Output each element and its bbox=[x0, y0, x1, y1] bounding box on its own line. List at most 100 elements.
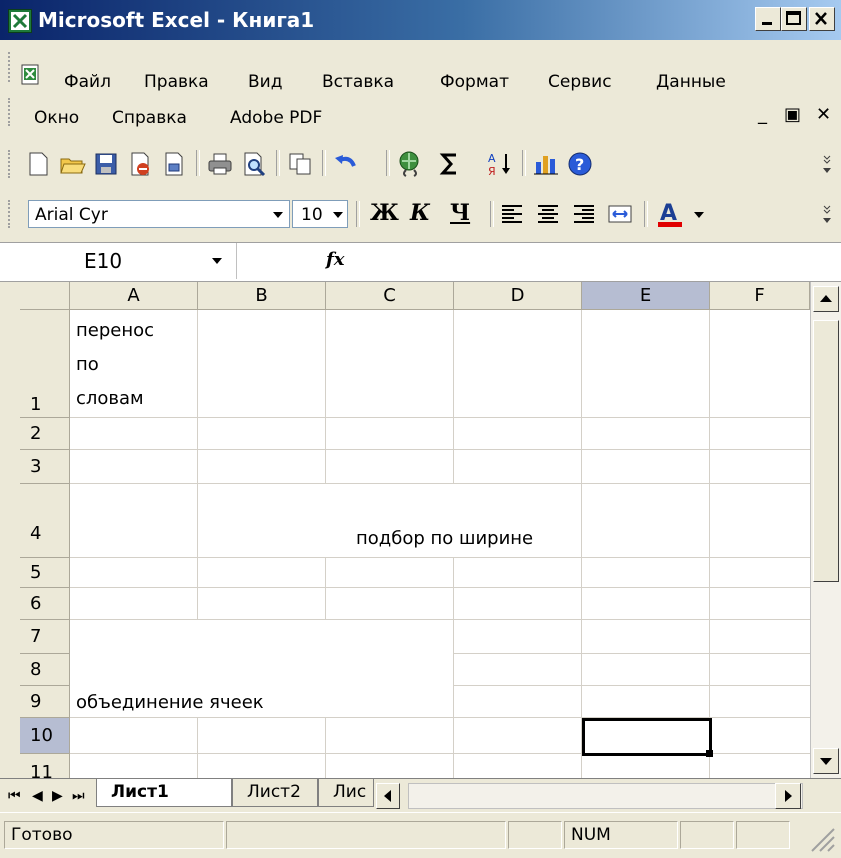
cell-a7-merged[interactable]: объединение ячеек bbox=[76, 692, 264, 713]
resize-grip-icon[interactable] bbox=[806, 823, 836, 858]
help-icon[interactable]: ? bbox=[566, 150, 594, 178]
align-center-icon[interactable] bbox=[534, 200, 562, 228]
close-button[interactable] bbox=[809, 7, 835, 31]
toolbar-options-icon[interactable] bbox=[818, 150, 838, 178]
toolbar-separator bbox=[196, 150, 200, 176]
row-header-8[interactable]: 8 bbox=[20, 654, 70, 686]
print-icon[interactable] bbox=[206, 150, 234, 178]
spreadsheet-grid[interactable]: A B C D E F 1 2 3 4 5 6 7 8 9 10 11 пере… bbox=[20, 282, 810, 778]
insert-function-icon[interactable]: fx bbox=[326, 249, 344, 270]
column-header-e[interactable]: E bbox=[582, 282, 710, 310]
chevron-down-icon[interactable] bbox=[212, 258, 222, 264]
undo-icon[interactable] bbox=[332, 150, 360, 178]
font-color-icon[interactable]: A bbox=[656, 200, 684, 228]
menu-tools[interactable]: Сервис bbox=[548, 72, 612, 92]
open-folder-icon[interactable] bbox=[58, 150, 86, 178]
tab-scroll-left-button[interactable] bbox=[376, 783, 400, 809]
email-icon[interactable] bbox=[160, 150, 188, 178]
select-all-corner[interactable] bbox=[20, 282, 70, 310]
menu-edit[interactable]: Правка bbox=[144, 72, 209, 92]
row-header-3[interactable]: 3 bbox=[20, 450, 70, 484]
chevron-down-icon[interactable] bbox=[333, 212, 343, 218]
document-close-icon[interactable]: ✕ bbox=[816, 104, 831, 125]
toolbar-grip[interactable] bbox=[8, 150, 14, 178]
row-header-7[interactable]: 7 bbox=[20, 620, 70, 654]
fill-handle[interactable] bbox=[706, 750, 713, 757]
last-sheet-icon[interactable]: ⏭ bbox=[72, 787, 85, 804]
workbook-icon[interactable] bbox=[20, 64, 42, 86]
row-header-5[interactable]: 5 bbox=[20, 558, 70, 588]
row-header-2[interactable]: 2 bbox=[20, 418, 70, 450]
document-minimize-icon[interactable]: _ bbox=[758, 104, 767, 125]
title-bar[interactable]: Microsoft Excel - Книга1 bbox=[0, 0, 841, 40]
toolbar-options-icon[interactable] bbox=[818, 200, 838, 228]
row-header-11[interactable]: 11 bbox=[20, 754, 70, 778]
hyperlink-icon[interactable] bbox=[396, 150, 424, 178]
menu-window[interactable]: Окно bbox=[34, 108, 79, 128]
menu-help[interactable]: Справка bbox=[112, 108, 187, 128]
menu-file[interactable]: Файл bbox=[64, 72, 111, 92]
minimize-button[interactable] bbox=[755, 7, 781, 31]
sheet-tab-1[interactable]: Лист1 bbox=[96, 779, 232, 807]
cell-a1-line1[interactable]: перенос bbox=[76, 320, 154, 341]
column-header-b[interactable]: B bbox=[198, 282, 326, 310]
merge-center-icon[interactable] bbox=[606, 200, 634, 228]
column-header-d[interactable]: D bbox=[454, 282, 582, 310]
save-icon[interactable] bbox=[92, 150, 120, 178]
menu-adobe-pdf[interactable]: Adobe PDF bbox=[230, 108, 322, 128]
menu-data[interactable]: Данные bbox=[656, 72, 726, 92]
permission-icon[interactable] bbox=[126, 150, 154, 178]
menu-insert[interactable]: Вставка bbox=[322, 72, 394, 92]
chevron-down-icon[interactable] bbox=[273, 212, 283, 218]
row-header-9[interactable]: 9 bbox=[20, 686, 70, 718]
chart-wizard-icon[interactable] bbox=[532, 150, 560, 178]
menubar-grip-2[interactable] bbox=[8, 98, 14, 126]
horizontal-scrollbar[interactable] bbox=[408, 783, 803, 809]
row-header-10[interactable]: 10 bbox=[20, 718, 70, 754]
toolbar-grip[interactable] bbox=[8, 200, 14, 228]
menu-format[interactable]: Формат bbox=[440, 72, 509, 92]
underline-icon[interactable]: Ч bbox=[450, 200, 470, 226]
scroll-down-button[interactable] bbox=[813, 748, 839, 774]
cell-a1-line2[interactable]: по bbox=[76, 354, 99, 375]
row-header-1[interactable]: 1 bbox=[20, 310, 70, 418]
font-name-select[interactable]: Arial Cyr bbox=[28, 200, 290, 228]
first-sheet-icon[interactable]: ⏮ bbox=[8, 787, 21, 804]
scroll-right-button[interactable] bbox=[775, 783, 801, 809]
column-header-a[interactable]: A bbox=[70, 282, 198, 310]
bold-icon[interactable]: Ж bbox=[370, 200, 399, 226]
formula-input[interactable] bbox=[356, 243, 840, 279]
menu-view[interactable]: Вид bbox=[248, 72, 282, 92]
copy-icon[interactable] bbox=[286, 150, 314, 178]
sort-ascending-icon[interactable]: АЯ bbox=[486, 150, 514, 178]
scroll-up-button[interactable] bbox=[813, 286, 839, 312]
active-cell-e10[interactable] bbox=[582, 718, 712, 756]
cell-c4[interactable]: подбор по ширине bbox=[356, 528, 533, 549]
document-restore-icon[interactable]: ▣ bbox=[784, 104, 801, 125]
font-color-dropdown-icon[interactable] bbox=[694, 212, 704, 218]
restore-button[interactable] bbox=[781, 7, 807, 31]
italic-icon[interactable]: К bbox=[410, 200, 430, 226]
cell-a1-line3[interactable]: словам bbox=[76, 388, 144, 409]
font-size-select[interactable]: 10 bbox=[292, 200, 348, 228]
row-header-4[interactable]: 4 bbox=[20, 484, 70, 558]
new-document-icon[interactable] bbox=[24, 150, 52, 178]
vertical-scrollbar[interactable] bbox=[810, 282, 841, 778]
vertical-scroll-thumb[interactable] bbox=[813, 320, 839, 582]
column-header-c[interactable]: C bbox=[326, 282, 454, 310]
name-box[interactable]: E10 bbox=[0, 243, 237, 279]
menubar-grip[interactable] bbox=[8, 52, 14, 82]
gridline bbox=[197, 718, 198, 778]
sheet-tab-2[interactable]: Лист2 bbox=[232, 779, 318, 807]
column-header-f[interactable]: F bbox=[710, 282, 810, 310]
toolbar-separator bbox=[356, 201, 360, 227]
sheet-tab-3[interactable]: Лис bbox=[318, 779, 374, 807]
row-header-6[interactable]: 6 bbox=[20, 588, 70, 620]
next-sheet-icon[interactable]: ▶ bbox=[52, 787, 63, 804]
autosum-icon[interactable] bbox=[436, 150, 464, 178]
gridline bbox=[325, 558, 326, 620]
print-preview-icon[interactable] bbox=[240, 150, 268, 178]
align-right-icon[interactable] bbox=[570, 200, 598, 228]
previous-sheet-icon[interactable]: ◀ bbox=[32, 787, 43, 804]
align-left-icon[interactable] bbox=[498, 200, 526, 228]
